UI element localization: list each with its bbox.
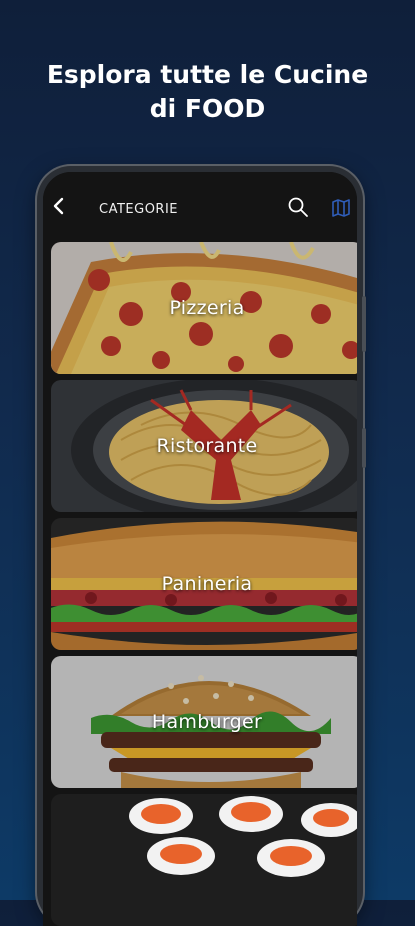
page-title: CATEGORIE [99, 202, 179, 217]
map-icon[interactable] [331, 198, 351, 218]
category-card-ristorante[interactable]: Ristorante [51, 380, 357, 512]
promo-headline: Esplora tutte le Cucine di FOOD [0, 58, 415, 126]
app-bar: CATEGORIE [43, 172, 357, 240]
category-label: Hamburger [151, 711, 263, 733]
category-label: Panineria [161, 573, 253, 595]
app-screen: CATEGORIE Pizzeria Ristorante Panineria … [43, 172, 357, 926]
sushi-image [51, 794, 357, 926]
back-arrow-icon[interactable] [47, 192, 71, 220]
category-card-sushi[interactable] [51, 794, 357, 926]
category-card-hamburger[interactable]: Hamburger [51, 656, 357, 788]
search-icon[interactable] [287, 196, 309, 218]
category-label: Ristorante [156, 435, 258, 457]
phone-side-button [362, 428, 366, 468]
category-list[interactable]: Pizzeria Ristorante Panineria Hamburger [43, 242, 357, 926]
category-card-pizzeria[interactable]: Pizzeria [51, 242, 357, 374]
phone-frame: CATEGORIE Pizzeria Ristorante Panineria … [37, 166, 366, 926]
category-label: Pizzeria [169, 297, 245, 319]
headline-line-1: Esplora tutte le Cucine [46, 60, 369, 89]
headline-line-2: di FOOD [149, 94, 266, 123]
category-card-panineria[interactable]: Panineria [51, 518, 357, 650]
phone-side-button [362, 296, 366, 352]
